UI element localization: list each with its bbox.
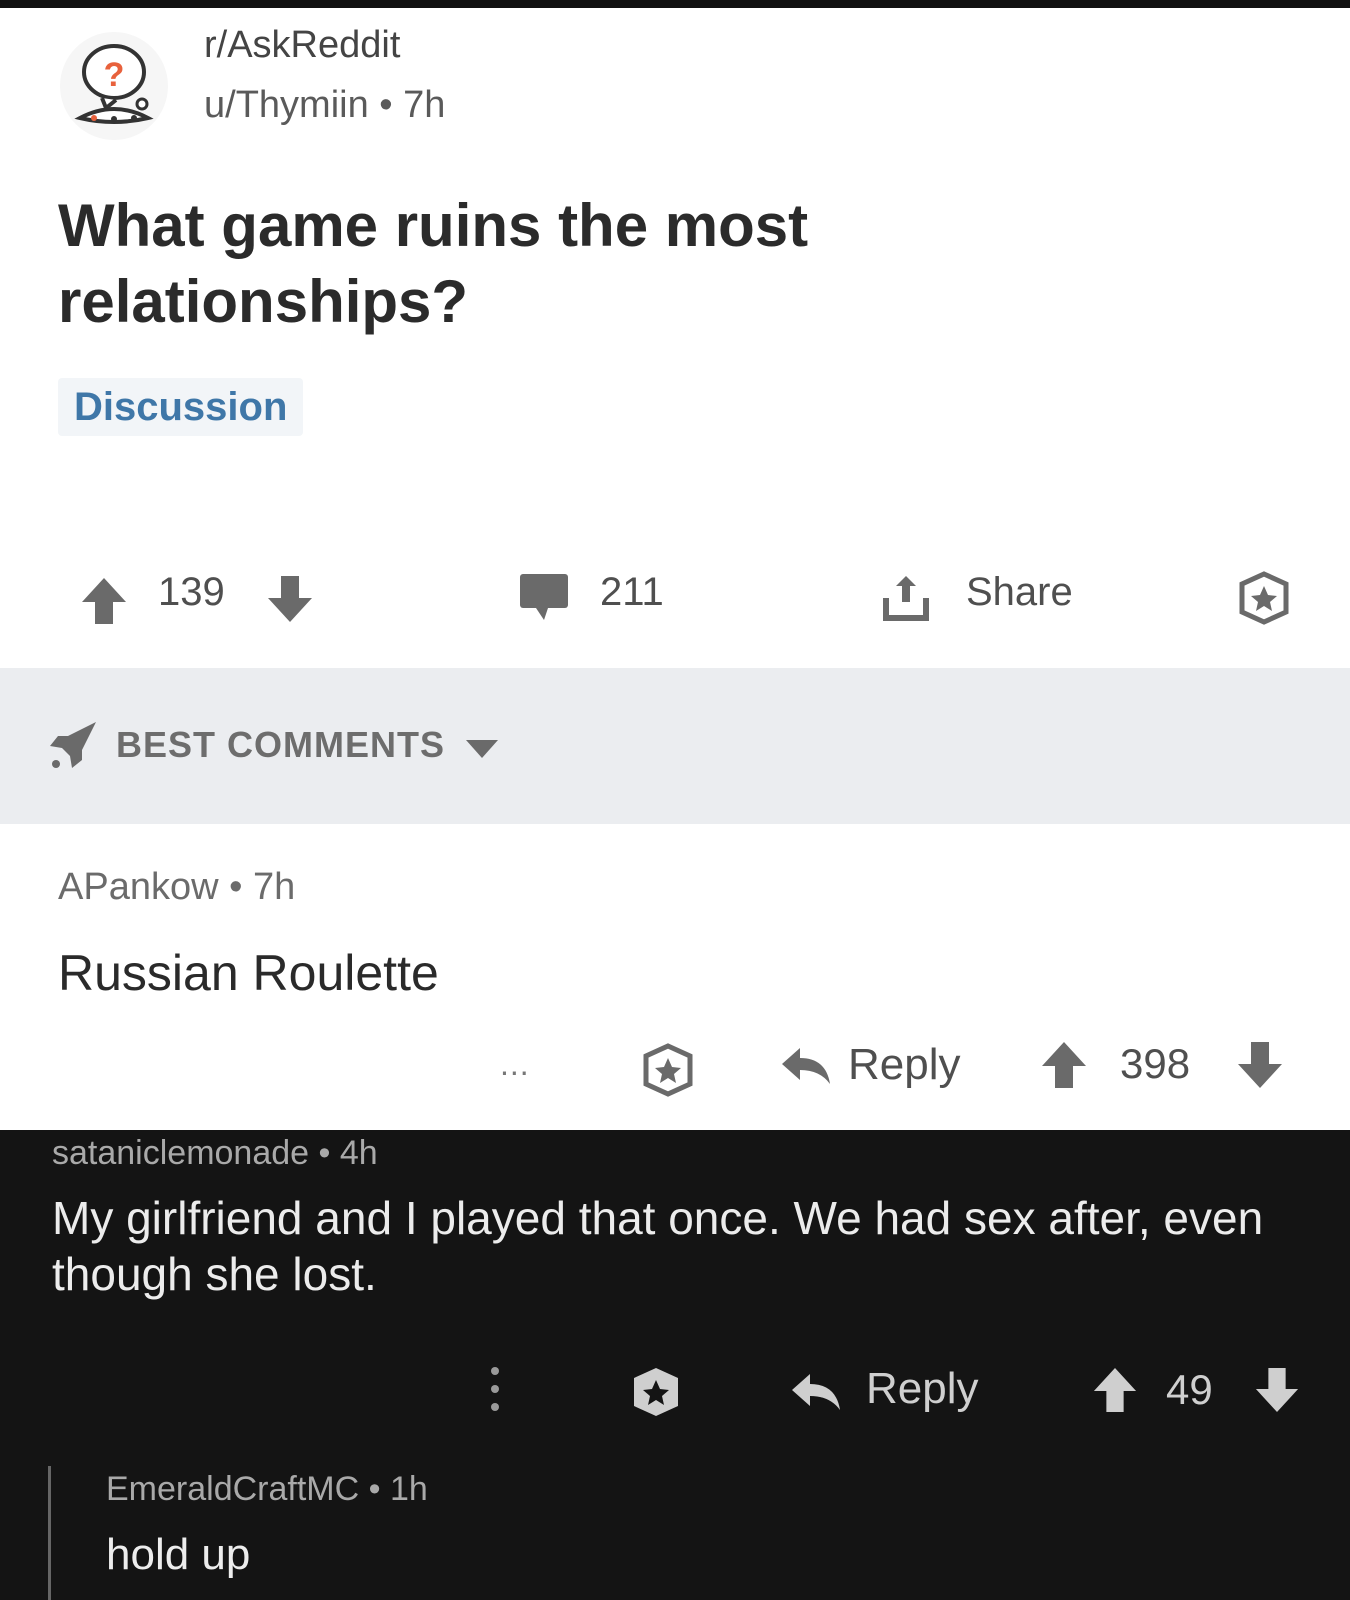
share-icon[interactable] (880, 572, 932, 624)
comment-bubble-icon[interactable] (518, 572, 570, 622)
reply-arrow-icon[interactable] (780, 1046, 832, 1086)
reply-button[interactable]: Reply (848, 1040, 961, 1090)
reply-button[interactable]: Reply (866, 1364, 979, 1414)
rocket-icon (50, 722, 96, 768)
comment-body: My girlfriend and I played that once. We… (52, 1192, 1264, 1300)
upvote-arrow-up-icon[interactable] (1040, 1040, 1088, 1090)
upvote-arrow-up-icon[interactable] (80, 576, 128, 626)
comment-author-time[interactable]: sataniclemonade • 4h (52, 1134, 378, 1173)
award-icon[interactable] (628, 1364, 684, 1420)
more-options-icon[interactable] (490, 1366, 500, 1412)
post-flair[interactable]: Discussion (58, 378, 304, 436)
post-score: 139 (158, 570, 225, 614)
upvote-arrow-up-icon[interactable] (1092, 1366, 1138, 1414)
comment-author-time[interactable]: EmeraldCraftMC • 1h (106, 1470, 428, 1509)
downvote-arrow-down-icon[interactable] (266, 574, 314, 624)
svg-text:?: ? (104, 56, 125, 94)
reply-arrow-icon[interactable] (790, 1372, 842, 1412)
askreddit-snoo-icon[interactable]: ? (58, 30, 170, 142)
comment-author-time[interactable]: APankow • 7h (58, 866, 295, 909)
sort-label[interactable]: BEST COMMENTS (116, 724, 445, 766)
award-icon[interactable] (1236, 570, 1292, 626)
award-icon[interactable] (640, 1042, 696, 1098)
comment-score: 49 (1166, 1366, 1213, 1413)
subreddit-name[interactable]: r/AskReddit (204, 24, 400, 67)
chevron-down-icon[interactable] (464, 738, 500, 760)
post-title[interactable]: What game ruins the most relationships? (58, 188, 1058, 340)
post-author-time[interactable]: u/Thymiin • 7h (204, 84, 445, 127)
post-comment-count[interactable]: 211 (600, 570, 664, 615)
comment-body: hold up (106, 1530, 251, 1579)
comment-score: 398 (1120, 1040, 1191, 1087)
thread-line[interactable] (48, 1466, 51, 1600)
share-button[interactable]: Share (966, 570, 1073, 615)
downvote-arrow-down-icon[interactable] (1254, 1366, 1300, 1414)
more-options-icon[interactable]: ... (500, 1046, 530, 1083)
comment-body: Russian Roulette (58, 945, 439, 1001)
downvote-arrow-down-icon[interactable] (1236, 1040, 1284, 1090)
top-border (0, 0, 1350, 8)
